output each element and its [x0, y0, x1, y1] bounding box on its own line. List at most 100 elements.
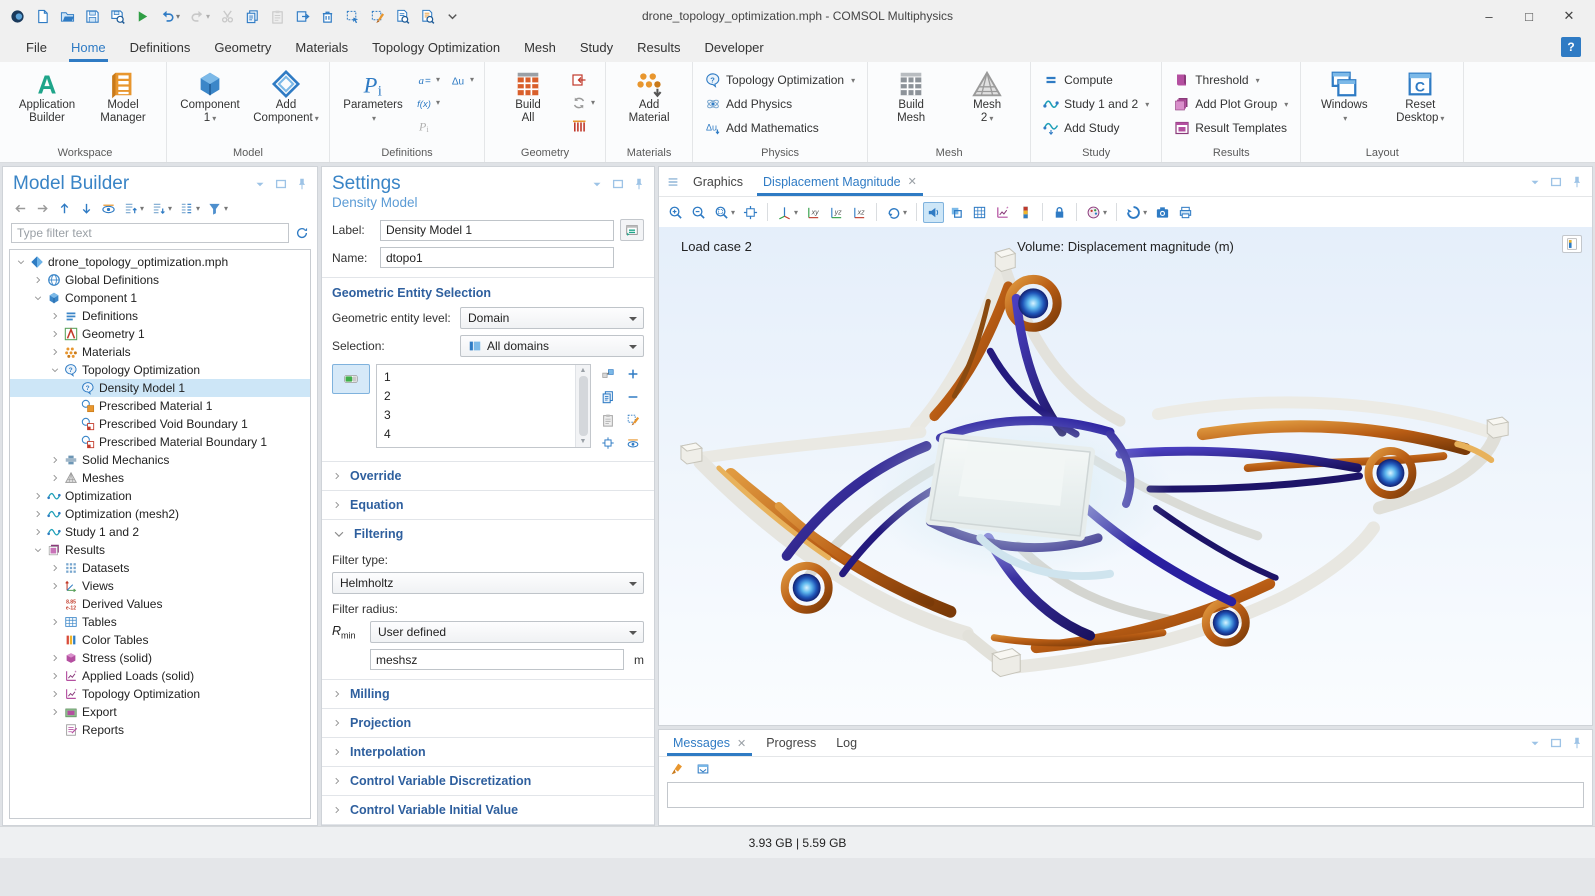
- color-legend-toggle[interactable]: [1562, 235, 1582, 253]
- chevron-right-icon[interactable]: [31, 275, 45, 285]
- show-button[interactable]: [99, 199, 118, 218]
- selection-list-item[interactable]: 2: [377, 386, 575, 405]
- ribbon-button-avar[interactable]: a=▾: [412, 68, 444, 91]
- view-xz-button[interactable]: xz: [849, 202, 870, 223]
- tree-item-prescribed-material-boundary-1[interactable]: Prescribed Material Boundary 1: [10, 433, 310, 451]
- ribbon-button-add-component[interactable]: AddComponent▾: [249, 64, 323, 125]
- menu-tab-developer[interactable]: Developer: [692, 32, 775, 62]
- save-button[interactable]: [81, 6, 104, 27]
- menu-tab-mesh[interactable]: Mesh: [512, 32, 568, 62]
- help-button[interactable]: ?: [1561, 37, 1581, 57]
- tree-item-solid-mechanics[interactable]: Solid Mechanics: [10, 451, 310, 469]
- open-file-button[interactable]: [56, 6, 79, 27]
- entity-level-select[interactable]: Domain: [460, 307, 644, 329]
- chevron-right-icon[interactable]: [48, 455, 62, 465]
- image-snapshot-button[interactable]: [1152, 202, 1173, 223]
- tree-item-prescribed-void-boundary-1[interactable]: Prescribed Void Boundary 1: [10, 415, 310, 433]
- menu-tab-materials[interactable]: Materials: [283, 32, 360, 62]
- create-parameter-icon[interactable]: [620, 219, 644, 241]
- ribbon-button-mesh-2[interactable]: Mesh2▾: [950, 64, 1024, 125]
- tree-item-export[interactable]: Export: [10, 703, 310, 721]
- copy-selection-button[interactable]: [597, 387, 619, 407]
- name-field[interactable]: [380, 247, 614, 268]
- 3d-model-view[interactable]: [659, 227, 1592, 725]
- menu-tab-results[interactable]: Results: [625, 32, 692, 62]
- menu-tab-file[interactable]: File: [14, 32, 59, 62]
- rmin-value-input[interactable]: [370, 649, 624, 670]
- tree-item-results[interactable]: Results: [10, 541, 310, 559]
- expand-all-button[interactable]: ▾: [121, 199, 146, 218]
- menu-tab-geometry[interactable]: Geometry: [202, 32, 283, 62]
- ribbon-button-pigray[interactable]: Pi: [412, 114, 444, 137]
- pin-panel-icon[interactable]: [632, 177, 646, 191]
- move-up-button[interactable]: [55, 199, 74, 218]
- preview-all-button[interactable]: [416, 6, 439, 27]
- ribbon-button-threshold[interactable]: Threshold▾: [1168, 68, 1294, 92]
- select-button[interactable]: [341, 6, 364, 27]
- ribbon-button-reset-desktop[interactable]: CResetDesktop▾: [1383, 64, 1457, 125]
- selection-list-item[interactable]: 4: [377, 424, 575, 443]
- tree-item-stress-solid[interactable]: Stress (solid): [10, 649, 310, 667]
- lock-axes-button[interactable]: [1049, 202, 1070, 223]
- go-to-view-button[interactable]: ▾: [774, 202, 801, 223]
- environment-appearance-button[interactable]: ▾: [1083, 202, 1110, 223]
- remove-from-selection-button[interactable]: [622, 387, 644, 407]
- float-panel-icon[interactable]: [611, 177, 625, 191]
- add-to-selection-button[interactable]: [622, 364, 644, 384]
- hide-selection-button[interactable]: [622, 433, 644, 453]
- selection-select[interactable]: All domains: [460, 335, 644, 357]
- chevron-right-icon[interactable]: [48, 671, 62, 681]
- tree-item-drone-topology-optimization-mph[interactable]: drone_topology_optimization.mph: [10, 253, 310, 271]
- section-milling[interactable]: Milling: [322, 679, 654, 708]
- ribbon-button-add-plot-group[interactable]: Add Plot Group▾: [1168, 92, 1294, 116]
- messages-tab-progress[interactable]: Progress: [756, 730, 826, 756]
- tree-item-component-1[interactable]: Component 1: [10, 289, 310, 307]
- view-yz-button[interactable]: yz: [826, 202, 847, 223]
- zoom-box-button[interactable]: ▾: [711, 202, 738, 223]
- pin-panel-icon[interactable]: [295, 177, 309, 191]
- ribbon-button-add-material[interactable]: AddMaterial: [612, 64, 686, 125]
- graphics-tab-displacement-magnitude[interactable]: Displacement Magnitude✕: [753, 167, 927, 196]
- ribbon-button-model-manager[interactable]: ModelManager: [86, 64, 160, 125]
- forward-button[interactable]: [33, 199, 52, 218]
- tree-item-geometry-1[interactable]: Geometry 1: [10, 325, 310, 343]
- tree-item-topology-optimization[interactable]: *Topology Optimization: [10, 685, 310, 703]
- clear-selection-button[interactable]: [366, 6, 389, 27]
- back-button[interactable]: [11, 199, 30, 218]
- delete-button[interactable]: [316, 6, 339, 27]
- chevron-right-icon[interactable]: [48, 329, 62, 339]
- ribbon-button-build-all[interactable]: BuildAll: [491, 64, 565, 125]
- ribbon-button-result-templates[interactable]: Result Templates: [1168, 116, 1294, 140]
- close-tab-icon[interactable]: ✕: [737, 737, 746, 750]
- selection-list-item[interactable]: 3: [377, 405, 575, 424]
- graphics-canvas[interactable]: Volume: Displacement magnitude (m) Load …: [659, 227, 1592, 725]
- chevron-right-icon[interactable]: [31, 491, 45, 501]
- compute-run-button[interactable]: [131, 6, 154, 27]
- preview-button[interactable]: [391, 6, 414, 27]
- zoom-to-selection-button[interactable]: [597, 433, 619, 453]
- show-axes-button[interactable]: *: [992, 202, 1013, 223]
- ribbon-button-deltau[interactable]: Δu▾: [446, 68, 478, 91]
- panel-options-icon[interactable]: [590, 177, 604, 191]
- new-file-button[interactable]: [31, 6, 54, 27]
- zoom-extents-button[interactable]: [740, 202, 761, 223]
- panel-options-icon[interactable]: [1528, 736, 1542, 750]
- tree-filter-input[interactable]: [11, 223, 289, 243]
- ribbon-button-build-mesh[interactable]: BuildMesh: [874, 64, 948, 125]
- section-control-variable-initial-value[interactable]: Control Variable Initial Value: [322, 795, 654, 824]
- app-logo-button[interactable]: [6, 6, 29, 27]
- chevron-right-icon[interactable]: [48, 347, 62, 357]
- undo-button[interactable]: ▾: [156, 6, 184, 27]
- messages-tab-log[interactable]: Log: [826, 730, 867, 756]
- chevron-right-icon[interactable]: [48, 563, 62, 573]
- selection-list-item[interactable]: 1: [377, 367, 575, 386]
- ribbon-button-parameters[interactable]: PiParameters▾: [336, 64, 410, 125]
- domain-selection-list[interactable]: 1234 ▲▼: [376, 364, 591, 448]
- float-panel-icon[interactable]: [274, 177, 288, 191]
- tree-item-reports[interactable]: Reports: [10, 721, 310, 739]
- print-button[interactable]: [1175, 202, 1196, 223]
- chevron-down-icon[interactable]: [31, 545, 45, 555]
- section-interpolation[interactable]: Interpolation: [322, 737, 654, 766]
- orbit-rotate-button[interactable]: ▾: [883, 202, 910, 223]
- zoom-out-button[interactable]: [688, 202, 709, 223]
